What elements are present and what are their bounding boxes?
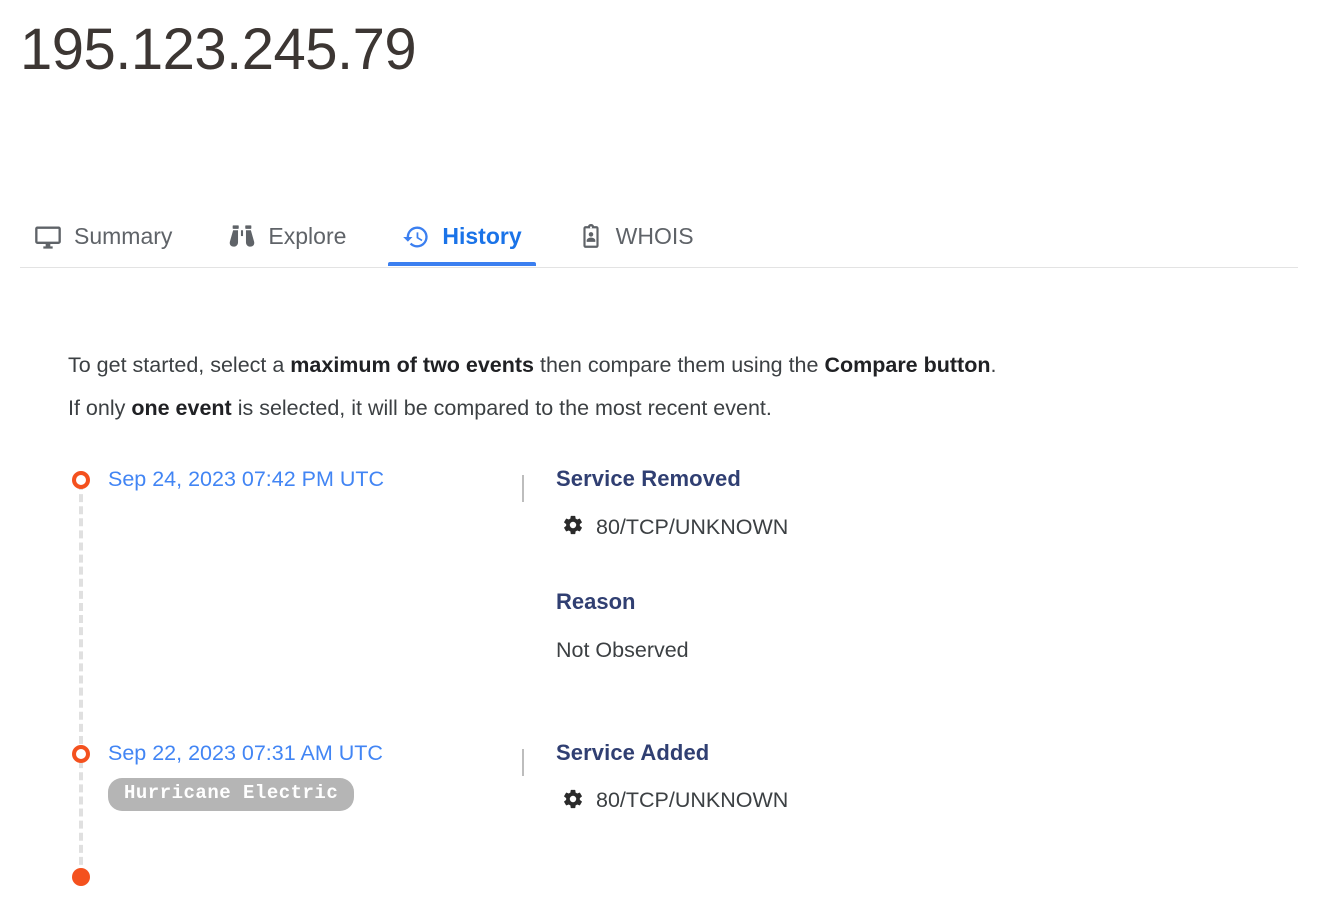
history-page: 195.123.245.79 Summary Explore — [0, 0, 1318, 902]
intro-l2-p2: is selected, it will be compared to the … — [232, 396, 772, 420]
event-details: Service Added 80/TCP/UNKNOWN — [524, 736, 1288, 815]
event-date-link[interactable]: Sep 22, 2023 07:31 AM UTC — [108, 736, 383, 770]
monitor-icon — [34, 223, 62, 251]
event-reason-block: Reason Not Observed — [556, 585, 1288, 664]
intro-l2-b1: one event — [131, 396, 231, 420]
intro-l1-b2: Compare button — [824, 353, 990, 377]
gear-icon — [562, 788, 584, 815]
intro-l1-p3: . — [990, 353, 996, 377]
timeline-end-marker-icon — [72, 868, 90, 886]
event-timeline: Sep 24, 2023 07:42 PM UTC Service Remove… — [68, 462, 1288, 815]
tab-whois[interactable]: WHOIS — [564, 208, 708, 266]
event-badge-row: Hurricane Electric — [108, 778, 522, 811]
tab-history-label: History — [442, 225, 521, 250]
event-service-row: 80/TCP/UNKNOWN — [556, 514, 1288, 541]
event-service-row: 80/TCP/UNKNOWN — [556, 788, 1288, 815]
event-date-link[interactable]: Sep 24, 2023 07:42 PM UTC — [108, 462, 384, 496]
intro-line-1: To get started, select a maximum of two … — [68, 344, 1278, 387]
intro-l1-p1: To get started, select a — [68, 353, 290, 377]
event-reason-value: Not Observed — [556, 637, 1288, 664]
tab-whois-label: WHOIS — [616, 225, 694, 250]
event-marker-ring-icon[interactable] — [72, 745, 90, 763]
tab-explore-label: Explore — [268, 225, 346, 250]
binoculars-icon — [228, 223, 256, 251]
tab-summary-label: Summary — [74, 225, 172, 250]
intro-l1-b1: maximum of two events — [290, 353, 534, 377]
event-details: Service Removed 80/TCP/UNKNOWN Reason No… — [524, 462, 1288, 664]
tabbar: Summary Explore History — [20, 208, 1298, 268]
intro-text: To get started, select a maximum of two … — [68, 344, 1278, 430]
event-service-value: 80/TCP/UNKNOWN — [596, 515, 788, 541]
event-marker-ring-icon[interactable] — [72, 471, 90, 489]
tab-summary[interactable]: Summary — [20, 208, 186, 266]
event-left-column: Sep 22, 2023 07:31 AM UTC Hurricane Elec… — [68, 736, 522, 811]
tab-explore[interactable]: Explore — [214, 208, 360, 266]
event-provider-badge: Hurricane Electric — [108, 778, 354, 811]
contact-card-icon — [578, 224, 604, 250]
timeline-event[interactable]: Sep 22, 2023 07:31 AM UTC Hurricane Elec… — [68, 736, 1288, 815]
intro-l1-p2: then compare them using the — [534, 353, 824, 377]
tab-history[interactable]: History — [388, 208, 535, 266]
timeline-event[interactable]: Sep 24, 2023 07:42 PM UTC Service Remove… — [68, 462, 1288, 664]
event-reason-label: Reason — [556, 585, 1288, 619]
event-service-value: 80/TCP/UNKNOWN — [596, 788, 788, 814]
history-restore-icon — [402, 223, 430, 251]
intro-l2-p1: If only — [68, 396, 131, 420]
timeline-spacer — [68, 664, 1288, 736]
event-left-column: Sep 24, 2023 07:42 PM UTC — [68, 462, 522, 496]
gear-icon — [562, 514, 584, 541]
event-type-label: Service Removed — [556, 462, 1288, 496]
event-type-label: Service Added — [556, 736, 1288, 770]
page-title: 195.123.245.79 — [20, 18, 416, 82]
intro-line-2: If only one event is selected, it will b… — [68, 387, 1278, 430]
